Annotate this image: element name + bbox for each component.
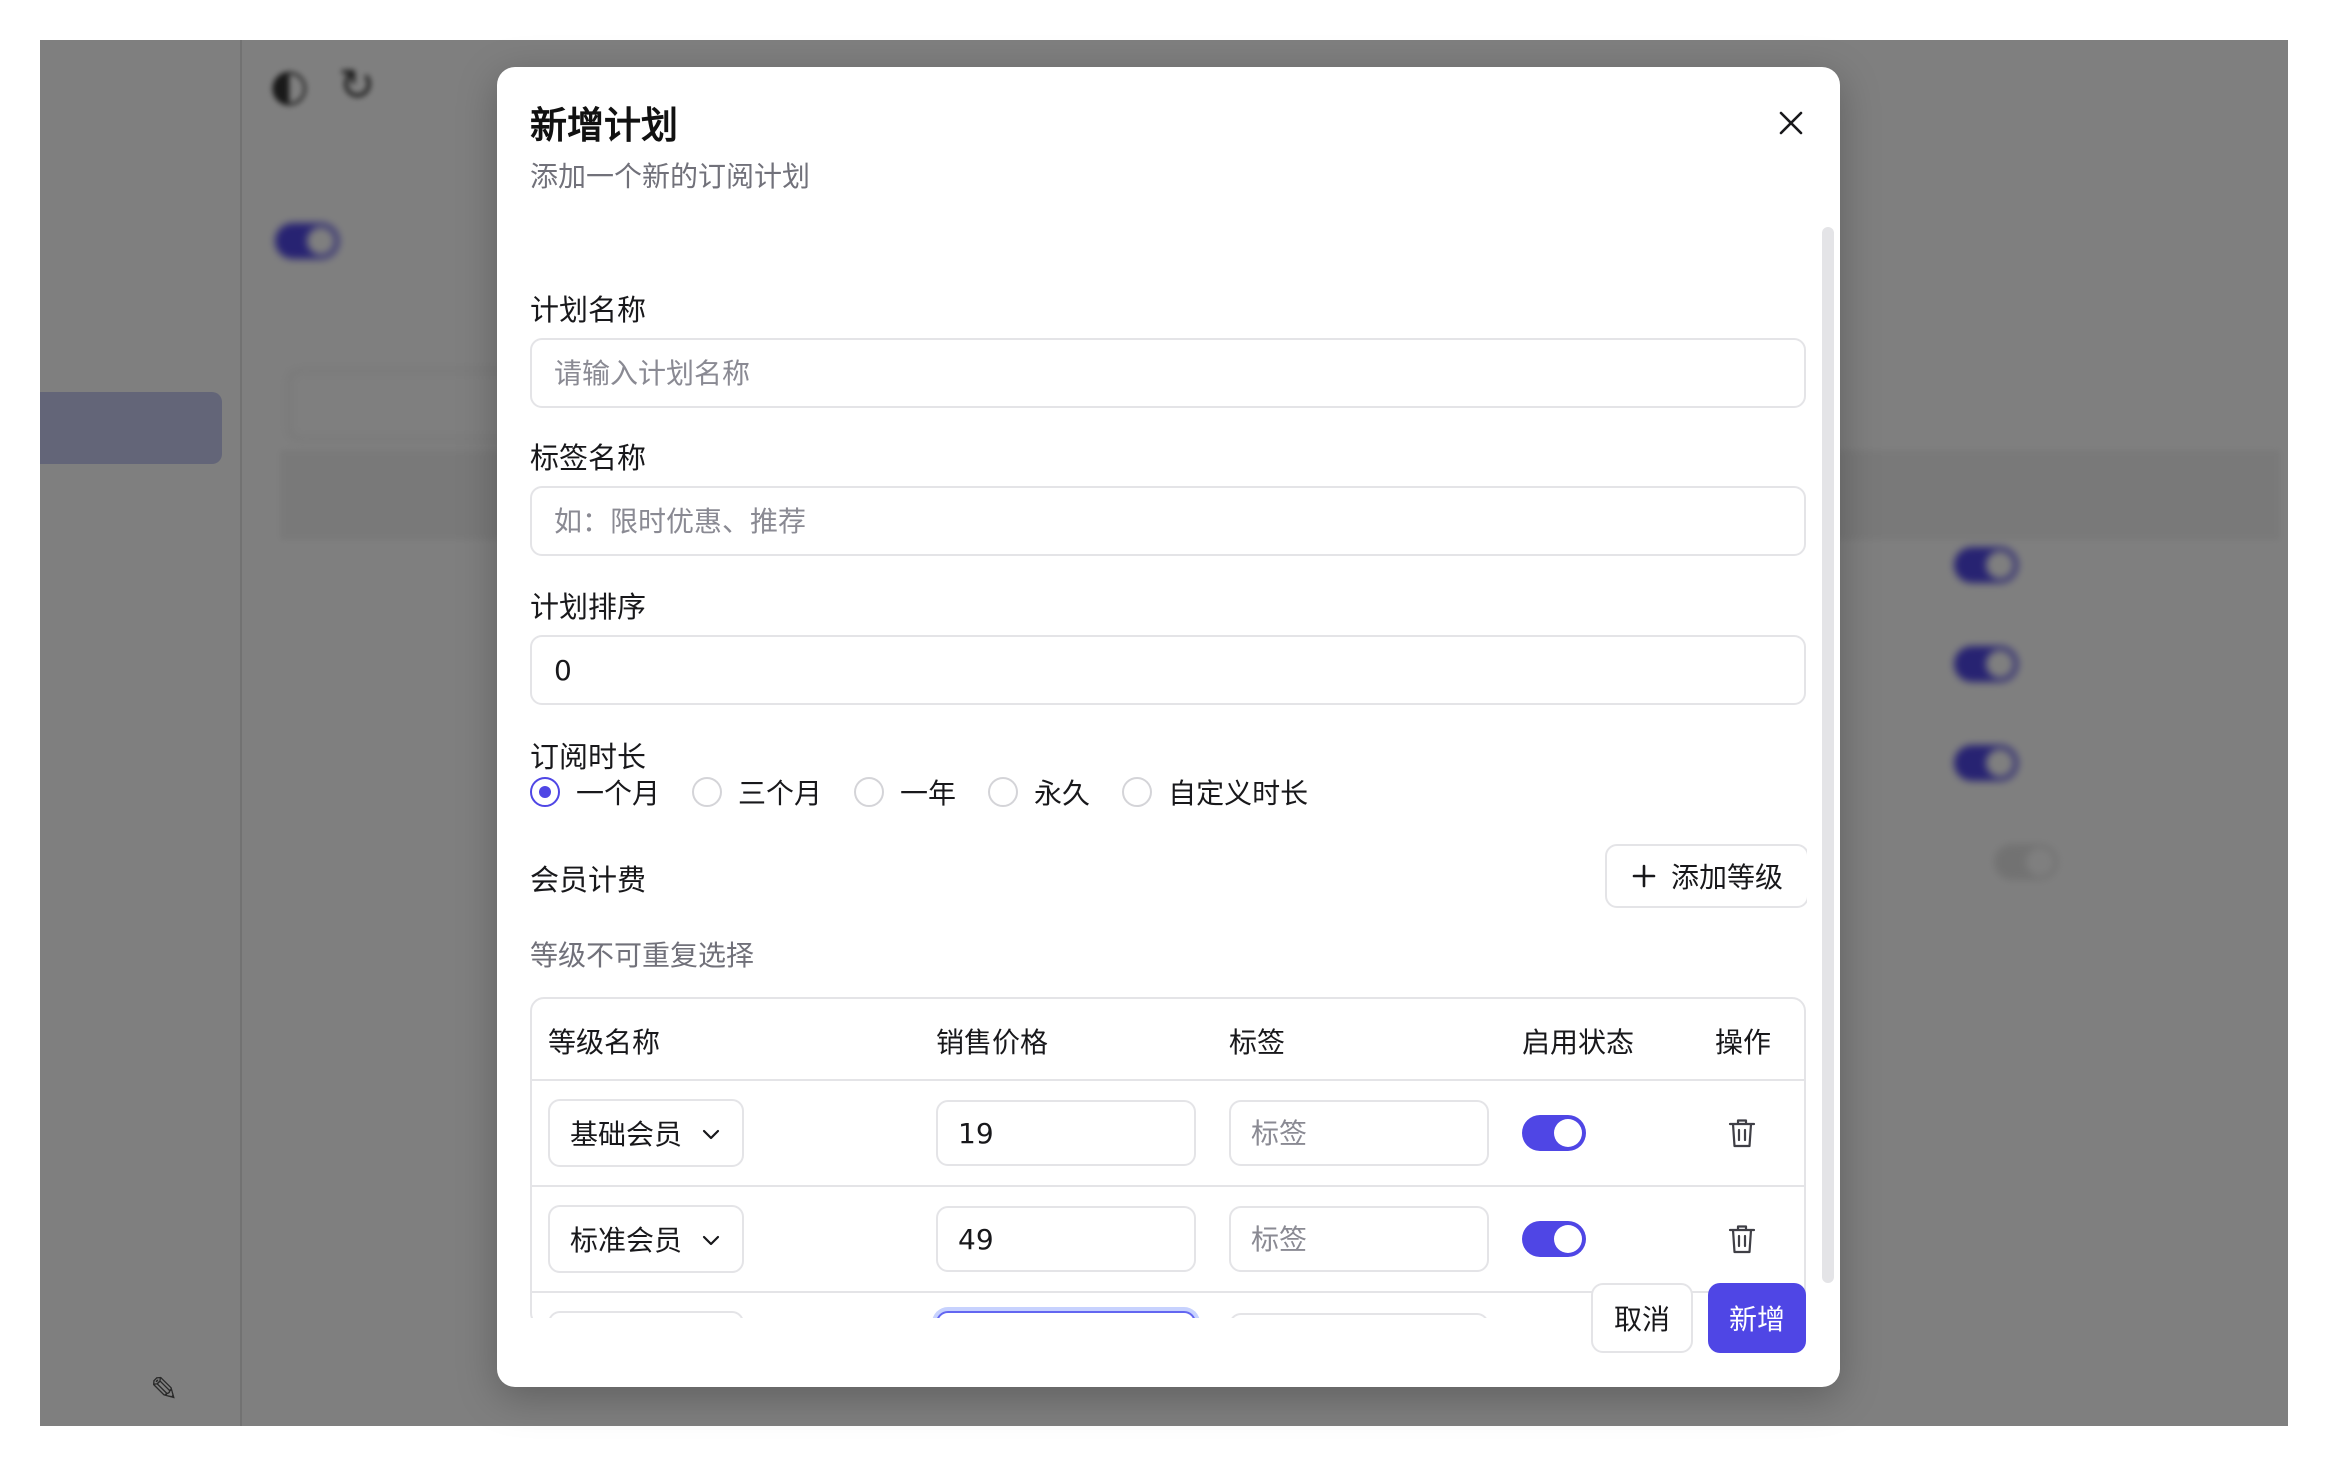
radio-label: 一年 — [900, 777, 957, 810]
tag-input[interactable] — [1229, 1206, 1489, 1272]
price-input[interactable] — [936, 1100, 1196, 1166]
membership-hint: 等级不可重复选择 — [530, 939, 755, 972]
dialog-body: 计划名称 标签名称 计划排序 订阅时长 一个月 三个月 一年 永久 — [497, 227, 1807, 1318]
close-button[interactable] — [1765, 97, 1817, 149]
price-input[interactable] — [936, 1311, 1196, 1318]
duration-option-one-year[interactable]: 一年 — [854, 772, 956, 812]
add-level-button[interactable]: 添加等级 — [1605, 844, 1807, 908]
column-header-price: 销售价格 — [936, 1026, 1049, 1059]
tiers-table: 等级名称 销售价格 标签 启用状态 操作 基础会员 标准会员 — [530, 997, 1806, 1318]
tag-name-label: 标签名称 — [530, 441, 647, 475]
plus-icon — [1632, 864, 1656, 888]
dialog-scrollbar[interactable] — [1822, 227, 1834, 1283]
price-input[interactable] — [936, 1206, 1196, 1272]
radio-indicator — [854, 777, 885, 807]
submit-button[interactable]: 新增 — [1708, 1283, 1806, 1353]
column-header-tag: 标签 — [1229, 1026, 1286, 1059]
enabled-toggle[interactable] — [1522, 1221, 1586, 1257]
tag-input[interactable] — [1229, 1313, 1489, 1318]
trash-icon[interactable] — [1727, 1223, 1757, 1255]
dialog-description: 添加一个新的订阅计划 — [530, 160, 811, 193]
duration-radio-group: 一个月 三个月 一年 永久 自定义时长 — [530, 772, 1340, 812]
radio-label: 三个月 — [738, 777, 823, 810]
radio-label: 自定义时长 — [1168, 777, 1309, 810]
level-select[interactable]: 标准会员 — [548, 1205, 744, 1273]
duration-option-permanent[interactable]: 永久 — [988, 772, 1090, 812]
tag-name-input[interactable] — [530, 486, 1806, 556]
level-select-value: 基础会员 — [570, 1118, 683, 1151]
row-divider — [532, 1079, 1804, 1081]
toggle-knob — [1554, 1225, 1582, 1253]
cancel-button[interactable]: 取消 — [1591, 1283, 1693, 1353]
plan-name-input[interactable] — [530, 338, 1806, 408]
duration-label: 订阅时长 — [530, 740, 647, 774]
column-header-status: 启用状态 — [1522, 1026, 1635, 1059]
enabled-toggle[interactable] — [1522, 1115, 1586, 1151]
chevron-down-icon — [702, 1129, 720, 1140]
toggle-knob — [1554, 1119, 1582, 1147]
level-select[interactable]: 基础会员 — [548, 1099, 744, 1167]
radio-indicator — [988, 777, 1019, 807]
radio-indicator — [1122, 777, 1153, 807]
row-divider — [532, 1185, 1804, 1187]
tag-input[interactable] — [1229, 1100, 1489, 1166]
plan-order-input[interactable] — [530, 635, 1806, 705]
new-plan-dialog: 新增计划 添加一个新的订阅计划 计划名称 标签名称 计划排序 订阅时长 一个月 … — [497, 67, 1840, 1387]
plan-name-label: 计划名称 — [530, 293, 647, 327]
duration-option-three-months[interactable]: 三个月 — [692, 772, 822, 812]
column-header-actions: 操作 — [1715, 1026, 1772, 1059]
trash-icon[interactable] — [1727, 1117, 1757, 1149]
membership-pricing-label: 会员计费 — [530, 863, 647, 897]
plan-order-label: 计划排序 — [530, 590, 647, 624]
radio-indicator — [530, 777, 560, 807]
radio-label: 一个月 — [576, 777, 661, 810]
radio-indicator — [692, 777, 723, 807]
duration-option-one-month[interactable]: 一个月 — [530, 772, 660, 812]
level-select[interactable] — [548, 1311, 744, 1318]
level-select-value: 标准会员 — [570, 1224, 683, 1257]
column-header-level: 等级名称 — [548, 1026, 661, 1059]
dialog-title: 新增计划 — [530, 104, 678, 147]
radio-label: 永久 — [1034, 777, 1091, 810]
close-icon — [1779, 111, 1803, 135]
chevron-down-icon — [702, 1235, 720, 1246]
duration-option-custom[interactable]: 自定义时长 — [1122, 772, 1308, 812]
add-level-label: 添加等级 — [1670, 861, 1783, 894]
